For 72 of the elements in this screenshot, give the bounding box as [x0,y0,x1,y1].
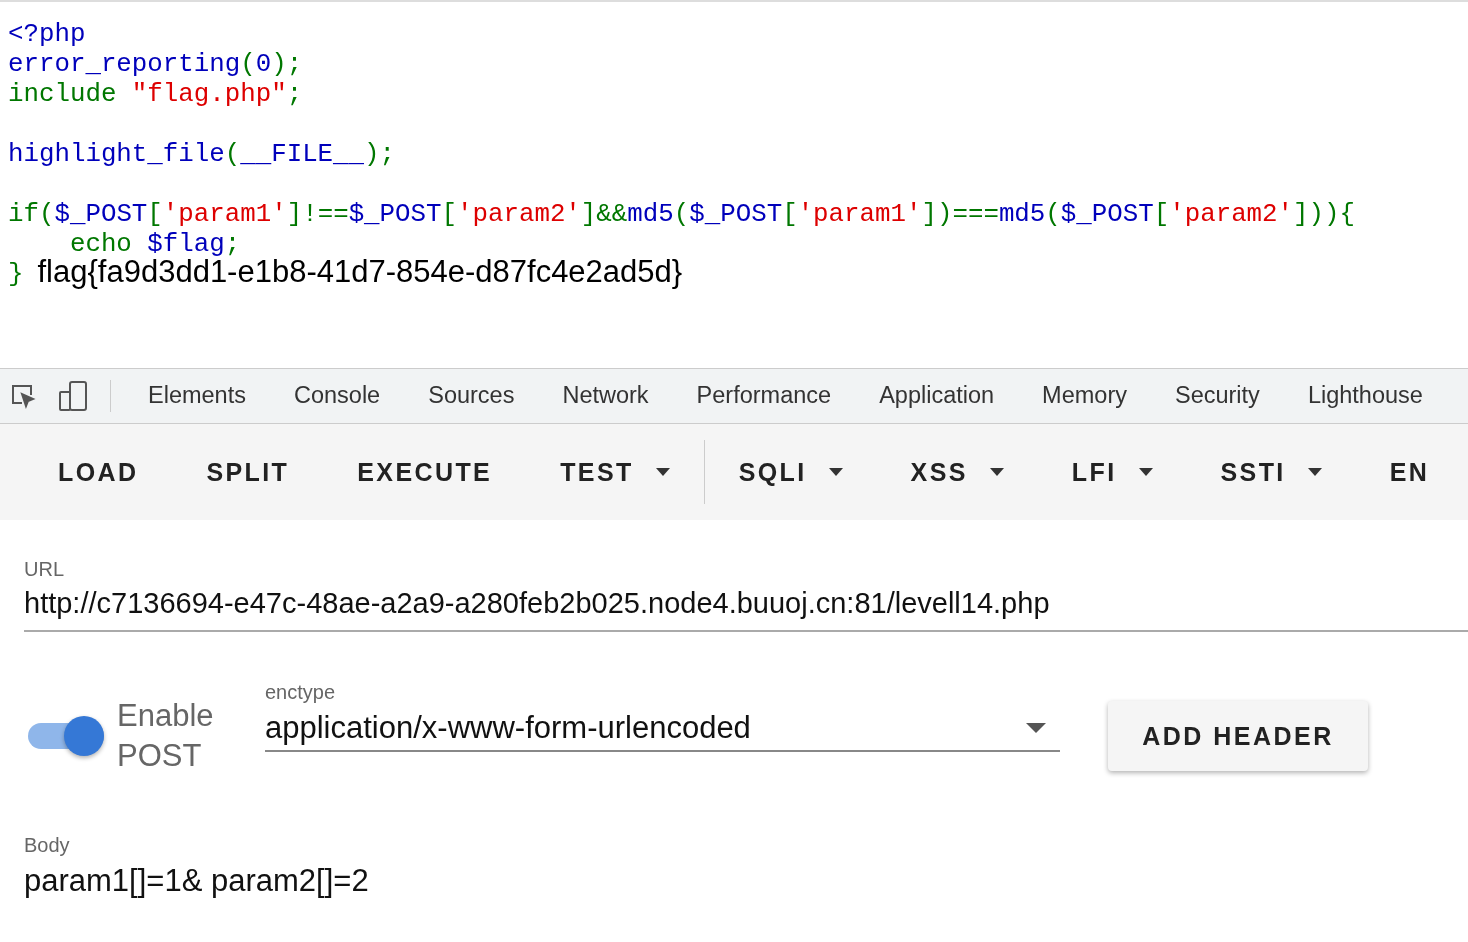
code-token: ; [286,80,303,110]
add-header-button[interactable]: ADD HEADER [1108,701,1368,771]
body-field[interactable]: param1[]=1& param2[]=2 [24,863,1468,899]
menu-button[interactable]: LFI [1037,445,1187,499]
menu-button[interactable]: SSTI [1186,445,1356,499]
devtools-tab[interactable]: Security [1151,369,1284,423]
code-token: if( [8,200,55,230]
field-label: Body [24,834,71,857]
string-literal: 'param2' [1169,200,1294,230]
devtools-tab[interactable]: Memory [1018,369,1151,423]
enctype-select[interactable]: application/x-www-form-urlencoded [265,703,1060,752]
code-token: $_POST [54,200,148,230]
code-token: md5 [998,200,1046,230]
field-label: URL [24,558,65,581]
code-token: $_POST [348,200,442,230]
devtools-tab[interactable]: Console [269,369,405,423]
menu-button[interactable]: TEST [526,445,704,499]
code-token: ( [224,140,241,170]
code-token: ); [364,140,396,170]
code-token: $_POST [1060,200,1154,230]
toolbar-button[interactable]: EXECUTE [323,445,527,499]
code-token: $flag [147,230,225,259]
flag-output: flag{fa9d3dd1-e1b8-41d7-854e-d87fc4e2ad5d} [37,257,683,287]
code-token: ]&& [580,200,628,230]
code-token: ); [271,50,303,80]
string-literal: 'param1' [797,200,922,230]
code-token: highlight_file [8,140,225,170]
caret-icon [1307,468,1322,476]
toolbar-button[interactable]: SPLIT [172,445,324,499]
code-token: ( [673,200,690,230]
toolbar-button[interactable]: LOAD [24,445,173,499]
string-literal: 'param1' [162,200,287,230]
devtools-tab[interactable]: Elements [124,369,270,423]
code-token: __FILE__ [240,140,365,170]
devtools-tab[interactable]: Network [538,369,673,423]
toolbar-button[interactable]: EN [1355,445,1464,499]
code-token: ])){ [1293,200,1355,230]
code-token: ( [1045,200,1061,230]
code-token: md5 [627,200,674,230]
caret-icon [1138,468,1153,476]
code-token: ; [224,230,241,259]
code-token: ( [240,50,256,80]
device-toolbar-icon[interactable] [58,380,88,412]
field-label: enctype [265,680,337,704]
code-token: $_POST [689,200,783,230]
string-literal: "flag.php" [131,80,287,110]
devtools-tab[interactable]: Lighthouse [1283,369,1447,423]
caret-icon [989,468,1004,476]
code-token: error_reporting [8,50,241,80]
toggle-label: Enable POST [117,697,215,775]
menu-button[interactable]: SQLI [704,445,877,499]
code-token: [ [441,200,457,230]
code-token: [ [782,200,798,230]
caret-icon [828,468,843,476]
code-token: [ [147,200,163,230]
code-token: } [8,260,24,290]
dropdown-arrow-icon [1026,722,1046,733]
devtools-tab[interactable]: Performance [672,369,856,423]
code-token: ]!== [286,200,349,230]
code-token: include [8,80,118,110]
string-literal: 'param2' [457,200,581,230]
code-token: ])=== [921,200,999,230]
devtools-tab[interactable]: Application [855,369,1019,423]
toggle-switch[interactable] [28,716,104,756]
menu-button[interactable]: XSS [876,445,1038,499]
code-token: <?php [8,20,86,50]
caret-icon [655,468,670,476]
code-token: [ [1153,200,1170,230]
url-field[interactable]: http://c7136694-e47c-48ae-a2a9-a280feb2b025.node4.buuoj.cn:81/levell14.php [24,581,1468,632]
code-token: echo [68,230,133,259]
code-token: 0 [255,50,272,80]
devtools-tab[interactable]: Sources [404,369,539,423]
